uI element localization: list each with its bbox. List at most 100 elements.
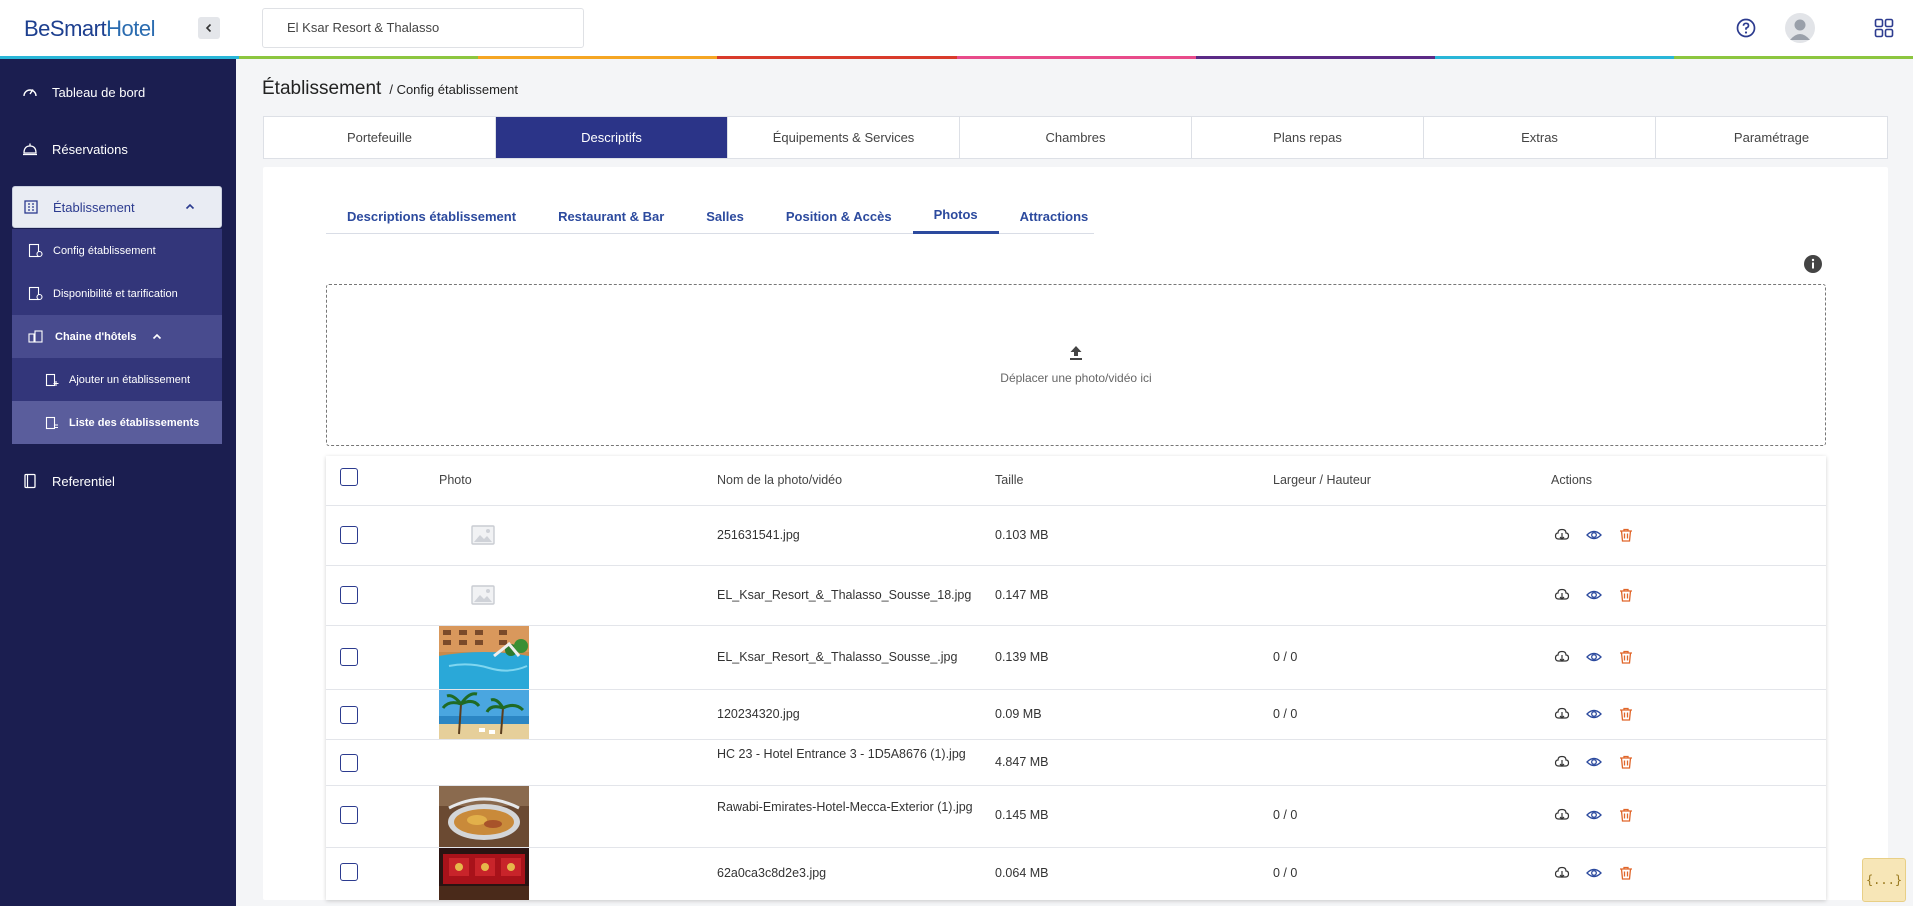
- trash-icon[interactable]: [1618, 587, 1634, 603]
- download-icon[interactable]: [1554, 865, 1570, 881]
- photo-thumbnail[interactable]: [439, 626, 529, 689]
- trash-icon[interactable]: [1618, 754, 1634, 770]
- tab-parametrage[interactable]: Paramétrage: [1656, 117, 1887, 158]
- photo-size: 0.064 MB: [995, 866, 1049, 880]
- eye-icon[interactable]: [1586, 527, 1602, 543]
- building-gear-icon: [28, 243, 43, 258]
- eye-icon[interactable]: [1586, 865, 1602, 881]
- breadcrumb: Établissement / Config établissement: [262, 78, 518, 100]
- download-icon[interactable]: [1554, 527, 1570, 543]
- subtab-position[interactable]: Position & Accès: [765, 198, 913, 234]
- rainbow-divider: [0, 56, 1913, 59]
- food-photo: [439, 786, 529, 847]
- tab-chambres[interactable]: Chambres: [960, 117, 1192, 158]
- chevron-left-icon: [205, 23, 212, 33]
- sidebar-subitem-ajouter[interactable]: Ajouter un établissement: [12, 358, 222, 401]
- photo-size: 0.09 MB: [995, 707, 1042, 721]
- sidebar-item-referentiel[interactable]: Referentiel: [12, 460, 222, 502]
- row-checkbox[interactable]: [340, 863, 358, 881]
- beach-photo: [439, 690, 529, 739]
- photo-name: 62a0ca3c8d2e3.jpg: [717, 866, 827, 880]
- photo-name: HC 23 - Hotel Entrance 3 - 1D5A8676 (1).…: [717, 747, 966, 761]
- trash-icon[interactable]: [1618, 807, 1634, 823]
- row-actions: [1554, 587, 1634, 603]
- trash-icon[interactable]: [1618, 865, 1634, 881]
- photo-dimensions: 0 / 0: [1273, 650, 1298, 664]
- eye-icon[interactable]: [1586, 807, 1602, 823]
- row-actions: [1554, 527, 1634, 543]
- hotel-select[interactable]: El Ksar Resort & Thalasso: [262, 8, 584, 48]
- bell-icon: [23, 143, 37, 156]
- photo-name: 120234320.jpg: [717, 707, 800, 721]
- row-checkbox[interactable]: [340, 706, 358, 724]
- trash-icon[interactable]: [1618, 527, 1634, 543]
- trash-icon[interactable]: [1618, 706, 1634, 722]
- eye-icon[interactable]: [1586, 649, 1602, 665]
- photo-thumbnail[interactable]: [439, 690, 529, 739]
- trash-icon[interactable]: [1618, 649, 1634, 665]
- row-checkbox[interactable]: [340, 806, 358, 824]
- eye-icon[interactable]: [1586, 706, 1602, 722]
- tab-equipements[interactable]: Équipements & Services: [728, 117, 960, 158]
- subtab-photos[interactable]: Photos: [912, 198, 999, 234]
- photo-thumbnail[interactable]: [439, 848, 529, 900]
- collapse-sidebar-button[interactable]: [198, 17, 220, 39]
- app-logo[interactable]: BeSmartHotel: [24, 16, 155, 42]
- breadcrumb-current: / Config établissement: [389, 82, 518, 97]
- sidebar-item-etablissement[interactable]: Établissement: [12, 186, 222, 228]
- select-all-checkbox[interactable]: [340, 468, 358, 486]
- photo-thumbnail[interactable]: [439, 786, 529, 847]
- photo-size: 4.847 MB: [995, 755, 1049, 769]
- sidebar-item-dashboard[interactable]: Tableau de bord: [12, 71, 222, 113]
- row-checkbox[interactable]: [340, 754, 358, 772]
- image-placeholder-icon: [471, 585, 495, 605]
- photo-name: Rawabi-Emirates-Hotel-Mecca-Exterior (1)…: [717, 800, 973, 814]
- download-icon[interactable]: [1554, 706, 1570, 722]
- download-icon[interactable]: [1554, 807, 1570, 823]
- table-row: HC 23 - Hotel Entrance 3 - 1D5A8676 (1).…: [326, 740, 1826, 786]
- row-checkbox[interactable]: [340, 586, 358, 604]
- row-actions: [1554, 807, 1634, 823]
- subtab-descriptions[interactable]: Descriptions établissement: [326, 198, 537, 234]
- row-actions: [1554, 754, 1634, 770]
- subtab-restaurant[interactable]: Restaurant & Bar: [537, 198, 685, 234]
- tab-extras[interactable]: Extras: [1424, 117, 1656, 158]
- building-add-icon: [45, 373, 59, 386]
- photo-size: 0.103 MB: [995, 528, 1049, 542]
- download-icon[interactable]: [1554, 587, 1570, 603]
- building-dollar-icon: [28, 286, 43, 301]
- sidebar-subitem-liste[interactable]: Liste des établissements: [12, 401, 222, 444]
- table-row: 251631541.jpg 0.103 MB: [326, 506, 1826, 566]
- sidebar-subitem-config[interactable]: Config établissement: [12, 229, 222, 272]
- sidebar-subitem-chaine[interactable]: Chaine d'hôtels: [12, 315, 222, 358]
- download-icon[interactable]: [1554, 649, 1570, 665]
- eye-icon[interactable]: [1586, 587, 1602, 603]
- restaurant-photo: [439, 848, 529, 900]
- sidebar-item-reservations[interactable]: Réservations: [12, 128, 222, 170]
- row-checkbox[interactable]: [340, 648, 358, 666]
- download-icon[interactable]: [1554, 754, 1570, 770]
- sub-tabs: Descriptions établissement Restaurant & …: [326, 198, 1094, 234]
- devtools-button[interactable]: {...}: [1862, 858, 1906, 902]
- avatar-icon[interactable]: [1785, 13, 1815, 43]
- subtab-salles[interactable]: Salles: [685, 198, 765, 234]
- photo-size: 0.145 MB: [995, 808, 1049, 822]
- dropzone-label: Déplacer une photo/vidéo ici: [1000, 371, 1152, 385]
- tab-descriptifs[interactable]: Descriptifs: [496, 117, 728, 158]
- tab-portefeuille[interactable]: Portefeuille: [264, 117, 496, 158]
- upload-dropzone[interactable]: Déplacer une photo/vidéo ici: [326, 284, 1826, 446]
- photo-dimensions: 0 / 0: [1273, 866, 1298, 880]
- apps-grid-icon[interactable]: [1874, 18, 1894, 38]
- row-actions: [1554, 649, 1634, 665]
- subtab-attractions[interactable]: Attractions: [999, 198, 1110, 234]
- eye-icon[interactable]: [1586, 754, 1602, 770]
- help-icon[interactable]: [1736, 18, 1756, 38]
- photo-size: 0.147 MB: [995, 588, 1049, 602]
- row-actions: [1554, 865, 1634, 881]
- table-row: EL_Ksar_Resort_&_Thalasso_Sousse_.jpg 0.…: [326, 626, 1826, 690]
- info-icon[interactable]: [1804, 255, 1822, 273]
- row-checkbox[interactable]: [340, 526, 358, 544]
- speedometer-icon: [23, 89, 37, 97]
- sidebar-subitem-disponibilite[interactable]: Disponibilité et tarification: [12, 272, 222, 315]
- tab-plans-repas[interactable]: Plans repas: [1192, 117, 1424, 158]
